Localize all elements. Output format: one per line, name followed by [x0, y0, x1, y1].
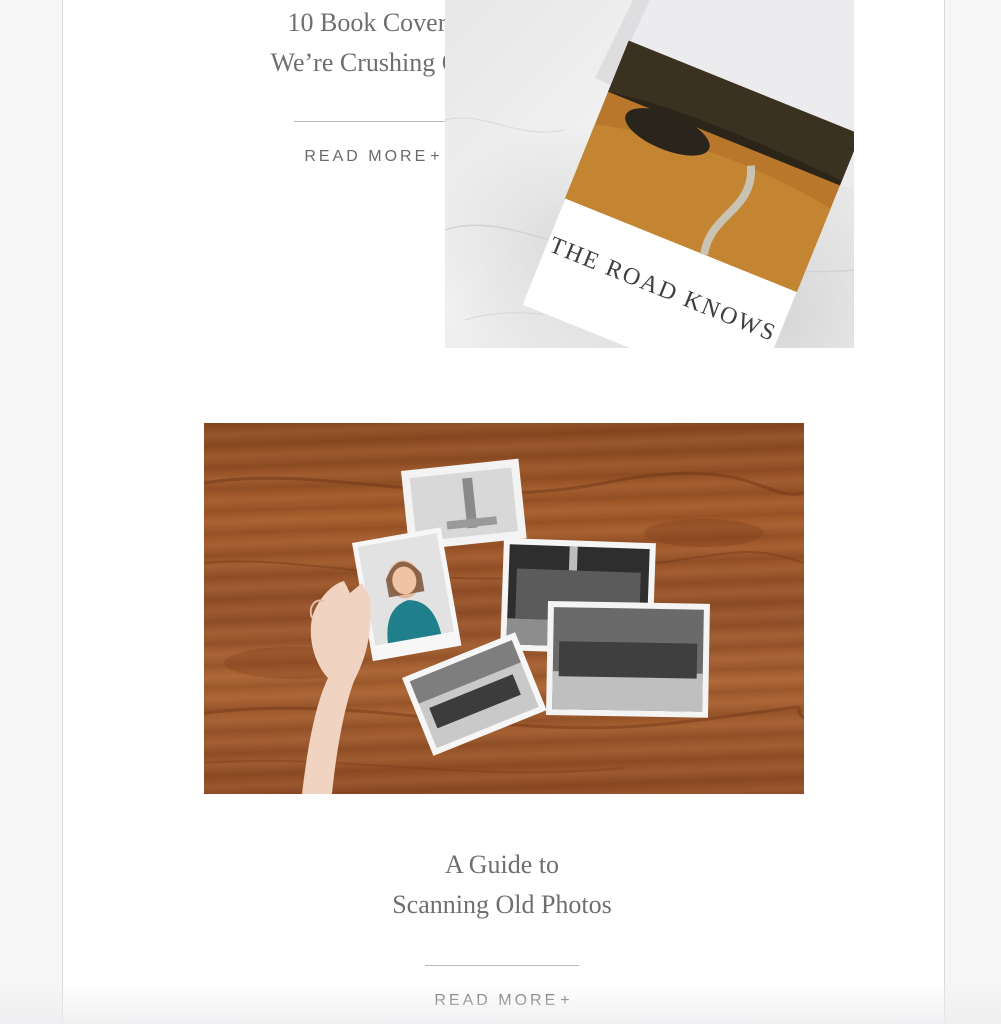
plus-icon: + [560, 992, 570, 1009]
post-title[interactable]: A Guide to Scanning Old Photos [302, 845, 702, 925]
post-image[interactable]: THE ROAD KNOWS [445, 0, 854, 348]
post-image[interactable] [204, 423, 804, 794]
post-divider [425, 965, 579, 966]
book-photo-illustration: THE ROAD KNOWS [445, 0, 854, 348]
read-more-link[interactable]: READ MORE + [272, 148, 472, 166]
post-divider [294, 121, 448, 122]
photos-on-wood-illustration [204, 458, 804, 794]
read-more-link[interactable]: READ MORE + [402, 992, 602, 1010]
plus-icon: + [430, 148, 440, 165]
